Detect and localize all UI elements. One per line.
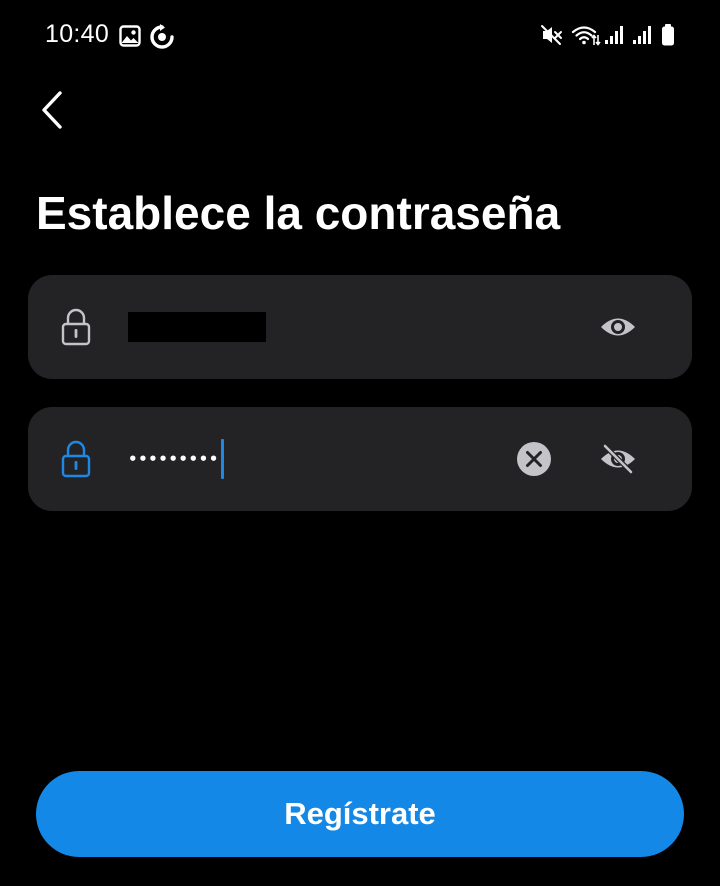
show-password-button[interactable] — [596, 307, 640, 347]
register-button-label: Regístrate — [284, 796, 436, 831]
status-bar: 10:40 — [0, 0, 720, 72]
wifi-icon — [571, 26, 601, 46]
back-button[interactable] — [28, 86, 76, 134]
password-field[interactable] — [28, 275, 692, 379]
confirm-password-input[interactable]: ••••••••• — [128, 439, 224, 479]
confirm-password-field[interactable]: ••••••••• — [28, 407, 692, 511]
text-cursor — [220, 439, 224, 479]
redacted-password-value — [128, 312, 266, 342]
battery-icon — [662, 24, 674, 46]
clear-input-button[interactable] — [512, 439, 556, 479]
eye-off-icon — [601, 444, 635, 474]
clear-icon — [517, 442, 551, 476]
register-button[interactable]: Regístrate — [36, 771, 684, 857]
mute-icon — [541, 25, 562, 45]
password-dots: ••••••••• — [128, 450, 219, 468]
page-title: Establece la contraseña — [36, 187, 561, 239]
chevron-left-icon — [42, 91, 62, 129]
lock-icon — [61, 308, 91, 346]
hide-password-button[interactable] — [596, 439, 640, 479]
signal-icon — [633, 26, 651, 44]
lock-icon — [61, 440, 91, 478]
eye-icon — [601, 318, 635, 336]
signal-icon — [605, 26, 623, 44]
status-time: 10:40 — [45, 20, 110, 48]
gallery-icon — [119, 25, 141, 47]
sync-icon — [150, 24, 174, 49]
